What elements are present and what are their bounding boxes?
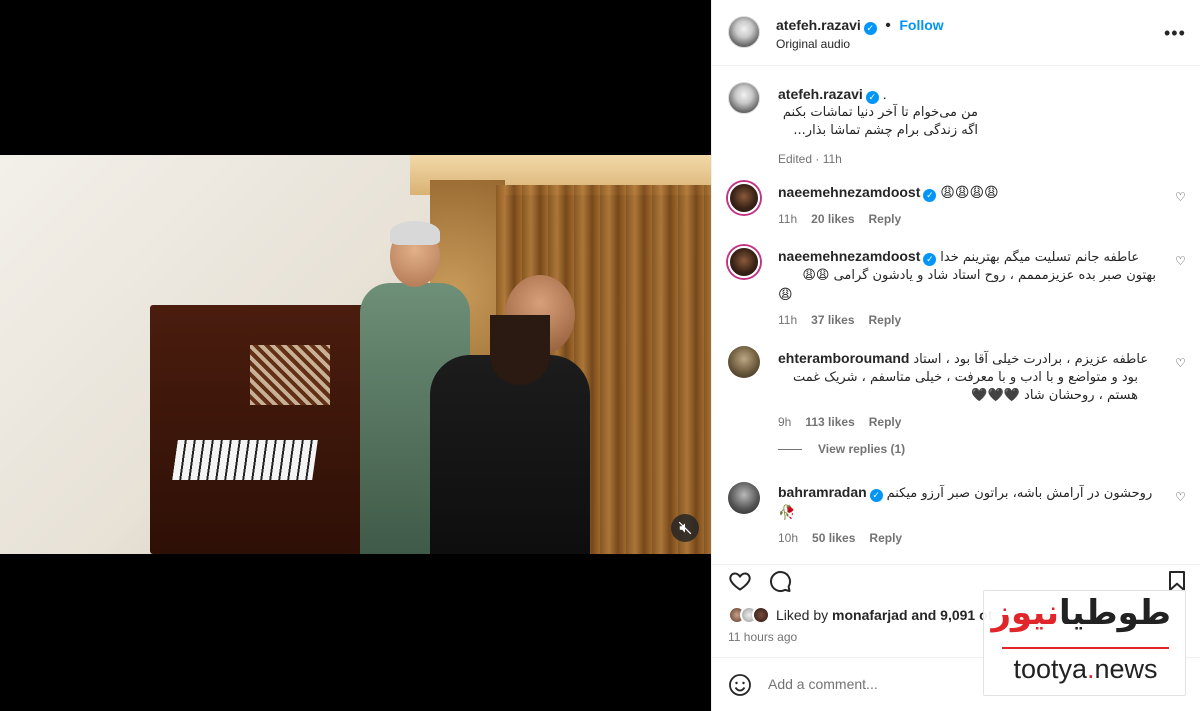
- verified-icon: ✓: [863, 22, 877, 35]
- comment-likes[interactable]: 113 likes: [805, 415, 854, 429]
- comment-icon: [770, 571, 791, 593]
- reply-button[interactable]: Reply: [869, 531, 902, 545]
- watermark-logo: طوطیانیوز: [991, 593, 1172, 633]
- comment-text: 😩😩😩😩: [940, 184, 999, 200]
- verified-icon: ✓: [869, 488, 883, 502]
- like-comment-icon[interactable]: ♡: [1175, 490, 1186, 504]
- speaker-muted-icon: [678, 521, 692, 535]
- watermark-divider: [1002, 647, 1169, 649]
- watermark-url: tootya.news: [1013, 654, 1158, 684]
- comments-list[interactable]: atefeh.razavi ✓ . من می‌خوام تا آخر دنیا …: [712, 66, 1200, 564]
- reply-button[interactable]: Reply: [869, 415, 902, 429]
- caption-username[interactable]: atefeh.razavi: [778, 86, 863, 102]
- comment-username[interactable]: ehteramboroumand: [778, 350, 909, 366]
- comment-text: بود و متواضع و با ادب و با معرفت ، خیلی …: [792, 370, 1138, 385]
- caption-edited: Edited · 11h: [778, 151, 842, 166]
- like-comment-icon[interactable]: ♡: [1175, 190, 1186, 204]
- video-person-pianist: [410, 275, 590, 554]
- piano-keys: [172, 440, 318, 480]
- comment-text: روحشون در آرامش باشه، براتون صبر آرزو می…: [886, 486, 1153, 501]
- comment-text: بهتون صبر بده عزیزمممم ، روح استاد شاد و…: [802, 268, 1156, 283]
- comment-likes[interactable]: 37 likes: [811, 313, 854, 327]
- comment-button[interactable]: [768, 569, 792, 598]
- comment-text: عاطفه عزیزم ، برادرت خیلی آقا بود ، استا…: [913, 352, 1149, 367]
- caption-line: اگه زندگی برام چشم تماشا بذار...: [793, 122, 978, 138]
- more-options-icon[interactable]: •••: [1164, 24, 1186, 42]
- commenter-avatar[interactable]: [728, 482, 760, 514]
- like-comment-icon[interactable]: ♡: [1175, 356, 1186, 370]
- comment-time[interactable]: 11h: [778, 212, 797, 226]
- comment-text: 😩: [778, 286, 793, 302]
- comment-time[interactable]: 10h: [778, 531, 798, 545]
- commenter-avatar[interactable]: [728, 246, 760, 278]
- caption-line: من می‌خوام تا آخر دنیا تماشات بکنم: [782, 104, 978, 120]
- verified-icon: ✓: [865, 90, 879, 104]
- heart-icon: [729, 572, 751, 591]
- post-header: atefeh.razavi ✓ • Follow Original audio •…: [712, 0, 1200, 66]
- verified-icon: ✓: [923, 252, 937, 266]
- post-media[interactable]: [0, 0, 711, 711]
- caption-avatar[interactable]: [728, 82, 760, 114]
- site-watermark: طوطیانیوز tootya.news: [983, 590, 1186, 696]
- comment-time[interactable]: 9h: [778, 415, 791, 429]
- view-replies-line: [778, 448, 802, 450]
- comment-likes[interactable]: 50 likes: [812, 531, 855, 545]
- comment-text: 🥀: [778, 504, 796, 520]
- mute-button[interactable]: [671, 514, 699, 542]
- commenter-avatar[interactable]: [728, 182, 760, 214]
- reply-button[interactable]: Reply: [869, 313, 902, 327]
- liker-avatar: [752, 606, 770, 624]
- comment-username[interactable]: naeemehnezamdoost: [778, 248, 920, 264]
- post-time[interactable]: 11 hours ago: [728, 630, 797, 644]
- liked-by-prefix: Liked by: [776, 607, 829, 623]
- piano-panel: [250, 345, 330, 405]
- reply-button[interactable]: Reply: [869, 212, 902, 226]
- comment-likes[interactable]: 20 likes: [811, 212, 854, 226]
- video-player[interactable]: [0, 155, 711, 554]
- comment-username[interactable]: bahramradan: [778, 484, 867, 500]
- comment-time[interactable]: 11h: [778, 313, 797, 327]
- like-comment-icon[interactable]: ♡: [1175, 254, 1186, 268]
- emoji-button[interactable]: [728, 673, 752, 702]
- liker-avatars: [728, 606, 770, 624]
- view-replies-button[interactable]: View replies (1): [778, 442, 905, 456]
- comment-text: هستم ، روحشان شاد 🖤🖤🖤: [971, 388, 1138, 403]
- audio-label[interactable]: Original audio: [776, 37, 850, 51]
- commenter-avatar[interactable]: [728, 346, 760, 378]
- like-button[interactable]: [728, 569, 752, 598]
- author-username[interactable]: atefeh.razavi: [776, 17, 861, 33]
- author-avatar[interactable]: [728, 16, 760, 48]
- emoji-icon: [729, 674, 751, 696]
- liked-by[interactable]: Liked by monafarjad and 9,091 ot: [728, 606, 992, 624]
- caption-suffix: .: [882, 86, 887, 102]
- comment-username[interactable]: naeemehnezamdoost: [778, 184, 920, 200]
- comment-text: عاطفه جانم تسلیت میگم بهترینم خدا: [940, 250, 1140, 265]
- view-replies-label: View replies (1): [818, 442, 906, 456]
- liked-by-rest[interactable]: and 9,091 ot: [911, 607, 992, 623]
- follow-button[interactable]: Follow: [899, 17, 943, 33]
- liked-by-user[interactable]: monafarjad: [832, 607, 907, 623]
- verified-icon: ✓: [923, 188, 937, 202]
